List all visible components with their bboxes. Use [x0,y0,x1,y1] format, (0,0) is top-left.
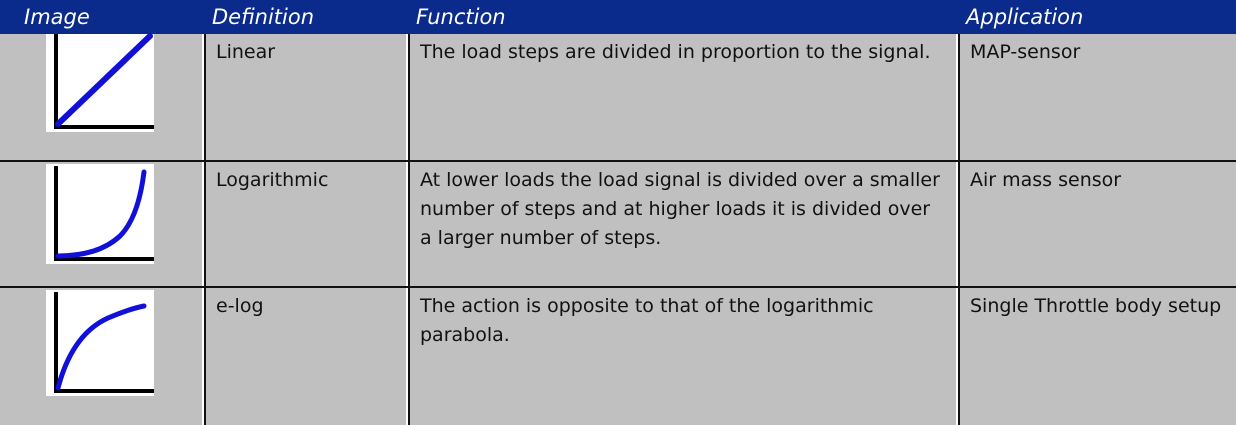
row-application: Air mass sensor [958,162,1236,286]
row-application: Single Throttle body setup [958,288,1236,425]
linear-curve-icon [46,34,154,132]
table-row: Logarithmic At lower loads the load sign… [0,162,1236,286]
row-image-cell [0,34,202,160]
row-function: The action is opposite to that of the lo… [408,288,956,425]
row-image-cell [0,162,202,286]
header-definition: Definition [212,5,315,29]
row-application: MAP-sensor [958,34,1236,160]
header-image: Image [24,5,90,29]
table-row: e-log The action is opposite to that of … [0,288,1236,425]
row-definition: Linear [204,34,406,160]
elog-curve-icon [46,290,154,396]
row-function: At lower loads the load signal is divide… [408,162,956,286]
row-function: The load steps are divided in proportion… [408,34,956,160]
header-function: Function [416,5,506,29]
row-definition: e-log [204,288,406,425]
table-header: Image Definition Function Application [0,0,1236,34]
row-image-cell [0,288,202,425]
header-application: Application [966,5,1084,29]
logarithmic-curve-icon [46,164,154,264]
table-row: Linear The load steps are divided in pro… [0,34,1236,160]
row-definition: Logarithmic [204,162,406,286]
